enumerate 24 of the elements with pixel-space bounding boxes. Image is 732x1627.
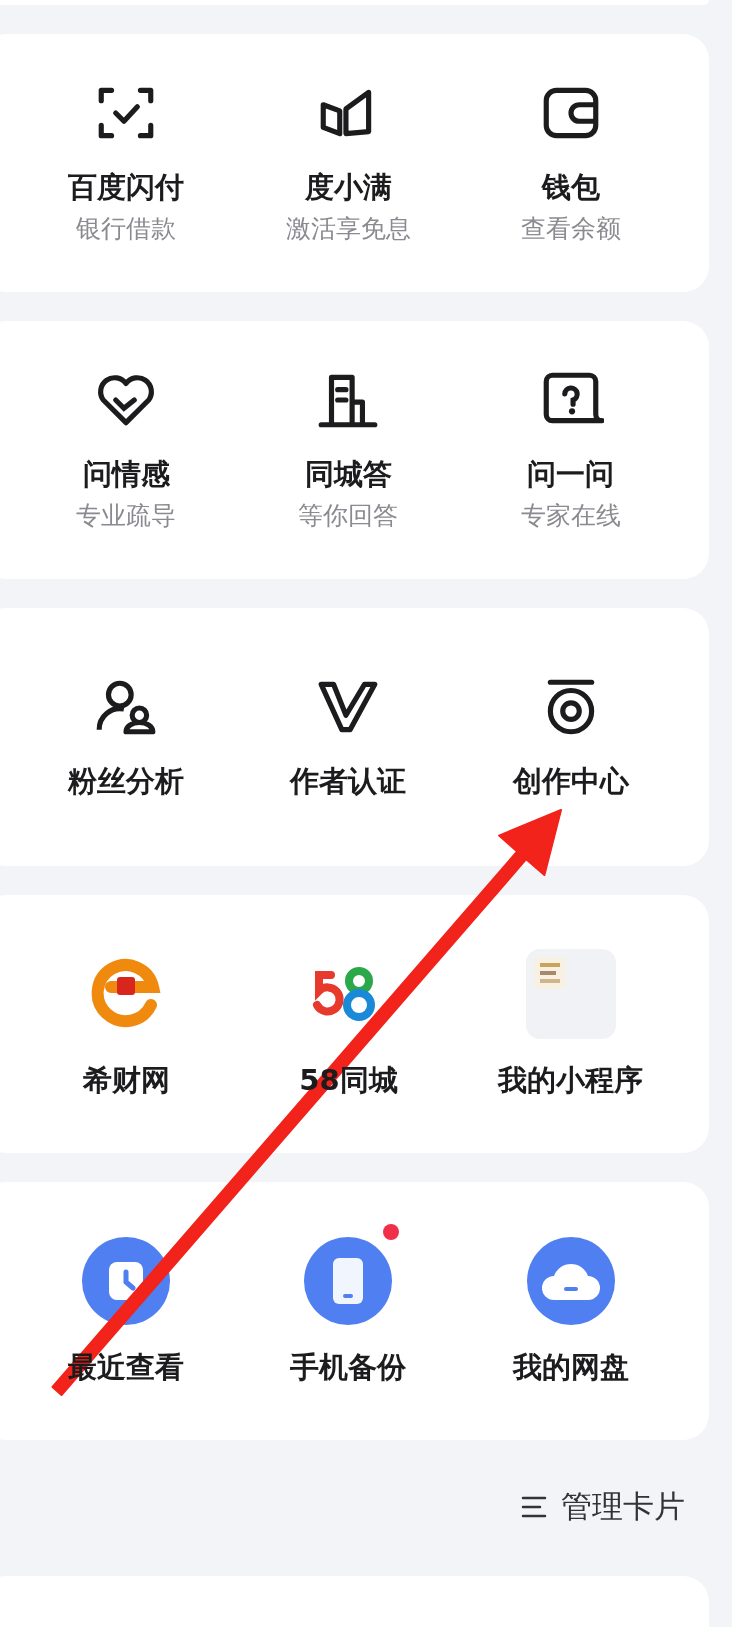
shortcut-title[interactable]: 我的网盘 — [512, 1348, 629, 1386]
shortcut-subtitle: 银行借款 — [76, 213, 177, 245]
app-tile-icon[interactable] — [525, 949, 616, 1039]
list-icon[interactable] — [521, 1495, 547, 1519]
shortcut-title[interactable]: 百度闪付 — [68, 168, 185, 206]
shortcut-title[interactable]: 希财网 — [82, 1061, 170, 1099]
shortcut-subtitle: 专业疏导 — [76, 500, 177, 532]
shortcut-subtitle: 查看余额 — [520, 213, 621, 245]
shortcut-subtitle: 专家在线 — [520, 500, 621, 532]
shortcut-title[interactable]: 手机备份 — [290, 1348, 407, 1386]
shortcut-title[interactable]: 我的小程序 — [498, 1061, 644, 1099]
cloud-icon[interactable] — [525, 1236, 616, 1326]
shortcut-subtitle: 等你回答 — [298, 500, 399, 532]
shortcut-title[interactable]: 问一问 — [527, 455, 615, 493]
shortcut-title[interactable]: 钱包 — [541, 168, 600, 206]
manage-cards-link[interactable]: 管理卡片 — [561, 1486, 685, 1528]
phone-icon[interactable] — [303, 1236, 394, 1326]
shortcut-title[interactable]: 同城答 — [305, 455, 392, 493]
shortcut-title[interactable]: 创作中心 — [512, 762, 629, 800]
shortcut-title[interactable]: 度小满 — [305, 168, 392, 206]
shortcut-subtitle: 激活享免息 — [286, 213, 411, 245]
shortcut-title[interactable]: 问情感 — [82, 455, 170, 493]
shortcut-title[interactable]: 作者认证 — [290, 762, 407, 800]
shortcut-title[interactable]: 粉丝分析 — [68, 762, 185, 800]
